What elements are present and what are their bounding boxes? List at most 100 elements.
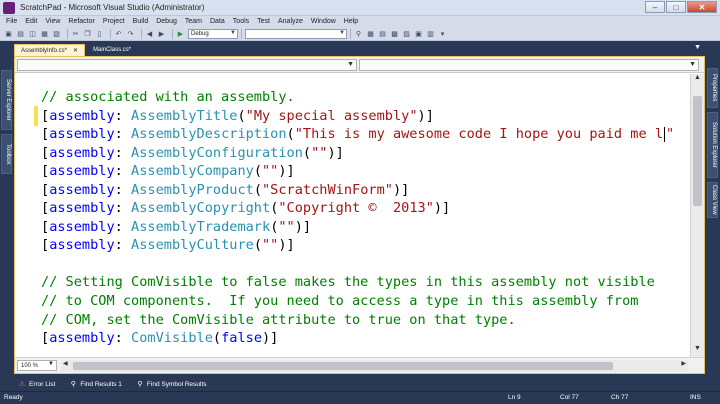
menu-file[interactable]: File — [6, 18, 17, 25]
scroll-right-icon[interactable]: ▶ — [681, 360, 686, 367]
toolbox-icon[interactable]: ▨ — [402, 29, 411, 38]
cut-icon[interactable]: ✂ — [71, 29, 80, 38]
error-list-icon: ⚠ — [18, 381, 26, 388]
plain-token: : — [114, 218, 132, 235]
start-page-icon[interactable]: ▣ — [414, 29, 423, 38]
solution-explorer-tab[interactable]: Solution Explorer — [707, 112, 718, 178]
navigate-back-icon[interactable]: ◀ — [145, 29, 154, 38]
change-tracking-marker — [34, 106, 38, 126]
save-all-icon[interactable]: ▧ — [52, 29, 61, 38]
close-button[interactable]: ✕ — [687, 1, 717, 13]
types-dropdown[interactable]: ▼ — [17, 58, 357, 71]
code-line[interactable] — [41, 255, 674, 274]
code-line[interactable]: [assembly: AssemblyConfiguration("")] — [41, 144, 674, 163]
keyword-token: assembly — [49, 218, 115, 235]
zoom-combo[interactable]: 100 % ▼ — [17, 360, 57, 371]
type-token: AssemblyCompany — [131, 163, 254, 180]
toolbar-separator — [67, 28, 68, 39]
toolbox-tab[interactable]: Toolbox — [1, 134, 12, 174]
code-line[interactable]: [assembly: AssemblyCopyright("Copyright … — [41, 199, 674, 218]
menu-help[interactable]: Help — [344, 18, 358, 25]
extension-manager-icon[interactable]: ▥ — [426, 29, 435, 38]
code-editor: ▼ ▼ // associated with an assembly. [asse… — [14, 56, 705, 374]
close-tab-icon[interactable]: ✕ — [73, 47, 78, 54]
menu-project[interactable]: Project — [103, 18, 125, 25]
code-line[interactable]: // associated with an assembly. — [41, 88, 674, 107]
comment-token: // COM, set the ComVisible attribute to … — [41, 311, 516, 328]
redo-icon[interactable]: ↷ — [126, 29, 135, 38]
menu-window[interactable]: Window — [311, 18, 336, 25]
scroll-left-icon[interactable]: ◀ — [63, 360, 68, 367]
horizontal-scrollbar[interactable]: ◀ ▶ — [61, 359, 688, 372]
maximize-button[interactable]: □ — [666, 1, 686, 13]
code-text-area[interactable]: // associated with an assembly. [assembly… — [15, 74, 690, 357]
plain-token: ( — [302, 144, 312, 161]
properties-icon[interactable]: ▤ — [378, 29, 387, 38]
tab-find-results-1[interactable]: ⚲ Find Results 1 — [69, 380, 122, 389]
menu-team[interactable]: Team — [185, 18, 202, 25]
menu-edit[interactable]: Edit — [25, 18, 37, 25]
menu-debug[interactable]: Debug — [156, 18, 177, 25]
undo-icon[interactable]: ↶ — [114, 29, 123, 38]
source-code[interactable]: // associated with an assembly. [assembly… — [41, 88, 674, 348]
menu-view[interactable]: View — [45, 18, 60, 25]
plain-token: : — [114, 330, 132, 347]
tab-list-dropdown-icon[interactable]: ▼ — [694, 44, 701, 51]
scrollbar-thumb[interactable] — [73, 361, 613, 370]
paste-icon[interactable]: ▯ — [95, 29, 104, 38]
scroll-down-icon[interactable]: ▼ — [691, 345, 704, 357]
menu-test[interactable]: Test — [257, 18, 270, 25]
solution-platform-combo[interactable]: ▼ — [245, 28, 347, 39]
server-explorer-tab[interactable]: Server Explorer — [1, 70, 12, 130]
properties-tab[interactable]: Properties — [707, 68, 718, 108]
tab-find-symbol-results[interactable]: ⚲ Find Symbol Results — [136, 380, 206, 389]
navigation-bar: ▼ ▼ — [15, 57, 704, 73]
scroll-up-icon[interactable]: ▲ — [691, 74, 704, 86]
code-line[interactable]: [assembly: AssemblyTrademark("")] — [41, 218, 674, 237]
keyword-token: assembly — [49, 237, 115, 254]
tab-error-list[interactable]: ⚠ Error List — [18, 380, 56, 389]
members-dropdown[interactable]: ▼ — [359, 58, 699, 71]
copy-icon[interactable]: ❐ — [83, 29, 92, 38]
keyword-token: assembly — [49, 181, 115, 198]
menu-refactor[interactable]: Refactor — [68, 18, 94, 25]
code-line[interactable]: [assembly: AssemblyCompany("")] — [41, 162, 674, 181]
toolbar-separator — [172, 28, 173, 39]
menu-build[interactable]: Build — [133, 18, 149, 25]
chevron-down-icon: ▼ — [347, 60, 354, 68]
code-line[interactable]: [assembly: ComVisible(false)] — [41, 329, 674, 348]
scrollbar-thumb[interactable] — [693, 96, 702, 206]
class-view-tab[interactable]: Class View — [707, 182, 718, 218]
menu-bar: File Edit View Refactor Project Build De… — [0, 16, 720, 27]
code-line[interactable]: [assembly: AssemblyCulture("")] — [41, 236, 674, 255]
vertical-scrollbar[interactable]: ▲ ▼ — [690, 74, 704, 357]
code-line[interactable]: // to COM components. If you need to acc… — [41, 292, 674, 311]
add-item-icon[interactable]: ▤ — [16, 29, 25, 38]
string-token: "My special assembly" — [245, 107, 418, 124]
navigate-forward-icon[interactable]: ▶ — [157, 29, 166, 38]
tab-assemblyinfo[interactable]: AssemblyInfo.cs* ✕ — [14, 44, 86, 56]
menu-analyze[interactable]: Analyze — [278, 18, 303, 25]
code-line[interactable]: // Setting ComVisible to false makes the… — [41, 273, 674, 292]
tab-mainclass[interactable]: MainClass.cs* — [87, 44, 137, 56]
code-line[interactable]: [assembly: AssemblyProduct("ScratchWinFo… — [41, 181, 674, 200]
status-text: Ready — [4, 394, 23, 401]
solution-configuration-combo[interactable]: Debug ▼ — [188, 28, 238, 39]
solution-configuration-value: Debug — [191, 30, 209, 37]
code-line[interactable]: // COM, set the ComVisible attribute to … — [41, 311, 674, 330]
code-line[interactable]: [assembly: AssemblyDescription("This is … — [41, 125, 674, 144]
solution-explorer-icon[interactable]: ▦ — [366, 29, 375, 38]
object-browser-icon[interactable]: ▩ — [390, 29, 399, 38]
start-debugging-icon[interactable]: ▶ — [176, 29, 185, 38]
visual-studio-logo-icon — [3, 1, 15, 14]
open-file-icon[interactable]: ◫ — [28, 29, 37, 38]
find-in-files-icon[interactable]: ⚲ — [354, 29, 363, 38]
menu-data[interactable]: Data — [210, 18, 225, 25]
menu-tools[interactable]: Tools — [233, 18, 249, 25]
plain-token: : — [114, 126, 132, 143]
toolbar-options-icon[interactable]: ▾ — [438, 29, 447, 38]
minimize-button[interactable]: – — [645, 1, 665, 13]
new-project-icon[interactable]: ▣ — [4, 29, 13, 38]
save-icon[interactable]: ▦ — [40, 29, 49, 38]
code-line[interactable]: [assembly: AssemblyTitle("My special ass… — [41, 107, 674, 126]
